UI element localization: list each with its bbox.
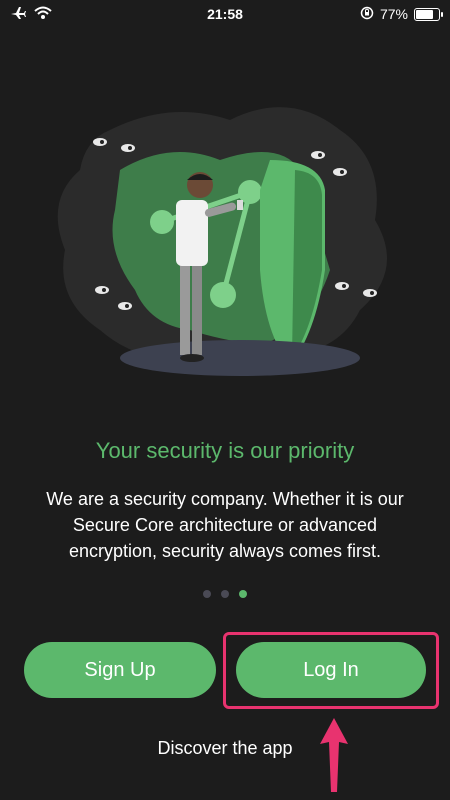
log-in-button[interactable]: Log In <box>236 642 426 698</box>
onboarding-description: We are a security company. Whether it is… <box>46 489 404 561</box>
security-illustration <box>40 100 410 390</box>
status-bar: 21:58 77% <box>0 0 450 28</box>
wifi-icon <box>34 6 52 23</box>
onboarding-headline: Your security is our priority <box>95 438 355 463</box>
screen-lock-rotation-icon <box>360 6 374 23</box>
airplane-icon <box>10 6 26 23</box>
discover-the-app-link[interactable]: Discover the app <box>0 738 450 759</box>
arrow-up-icon <box>320 718 348 792</box>
status-right: 77% <box>360 6 443 23</box>
page-dot <box>239 590 247 598</box>
battery-percent: 77% <box>379 6 408 22</box>
page-indicator <box>0 590 450 598</box>
page-dot <box>203 590 211 598</box>
battery-fill <box>416 9 433 19</box>
status-left <box>10 6 52 23</box>
sign-up-button[interactable]: Sign Up <box>24 642 216 698</box>
page-dot <box>221 590 229 598</box>
battery-icon <box>414 7 443 21</box>
